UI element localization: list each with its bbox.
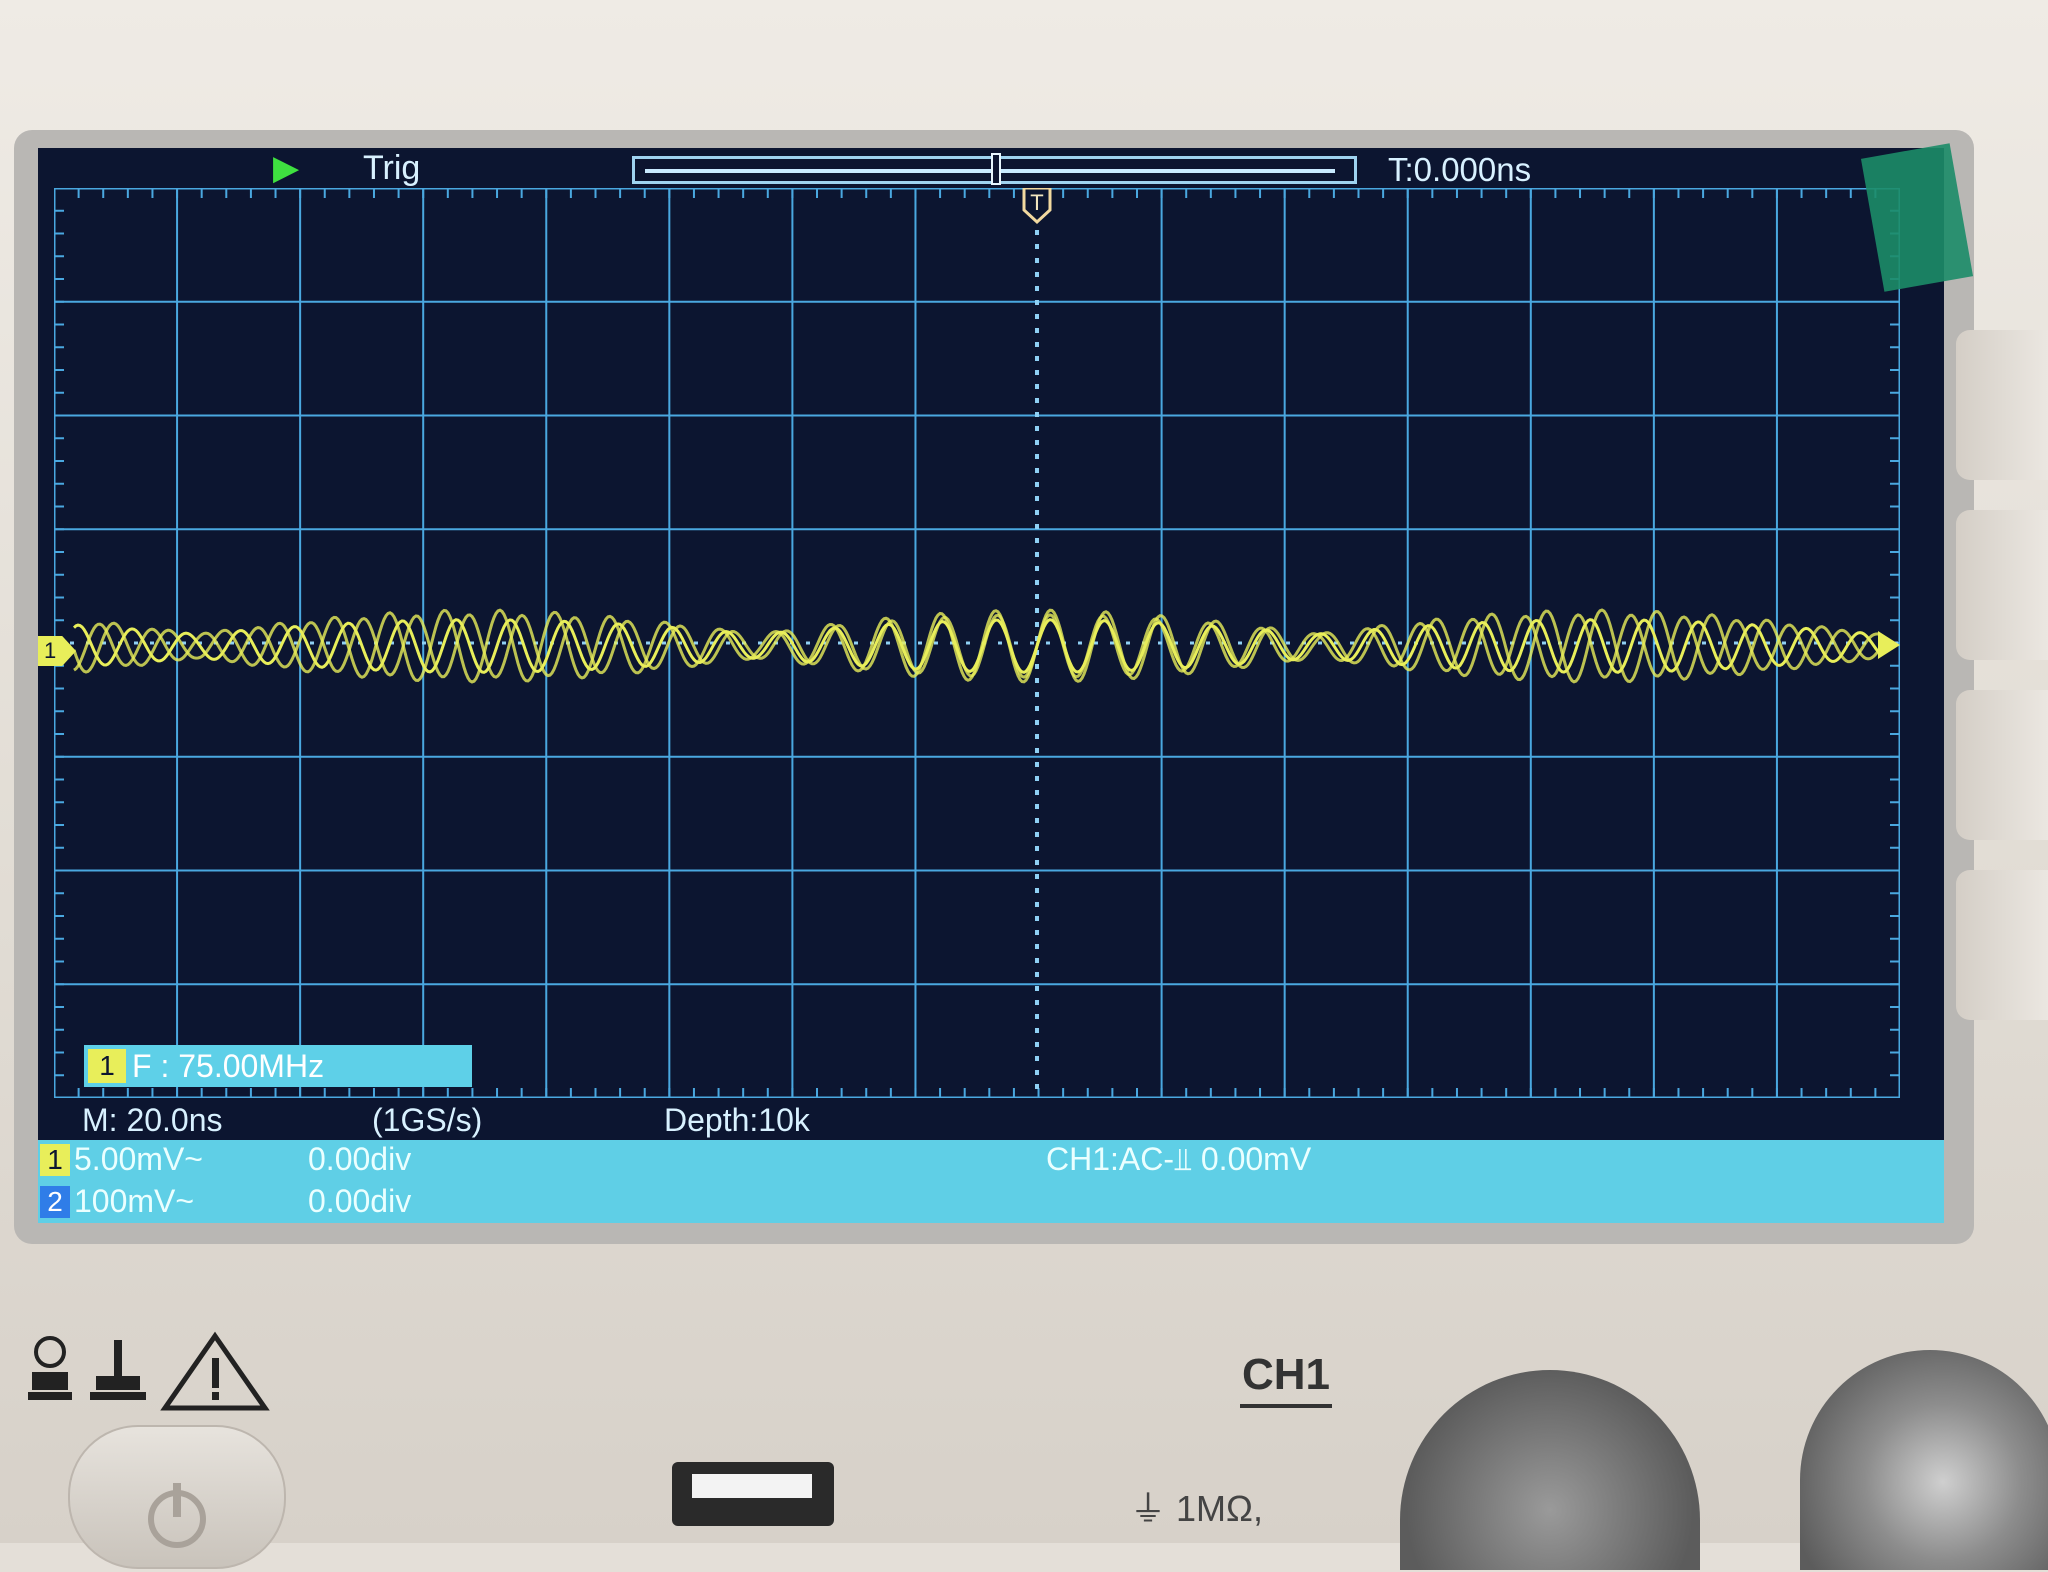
waveform-area: T [54,188,1900,1098]
ch2-scale: 100mV~ [74,1183,195,1219]
trigger-state: Trig [363,149,421,187]
timebase: M: 20.0ns [82,1102,223,1138]
trigger-marker-label: T [1030,190,1043,215]
probe-comp-icon [28,1336,72,1400]
softkey-3[interactable] [1956,690,2048,840]
memory-trigger-marker [991,153,1001,185]
ch1-offset: 0.00div [308,1141,412,1177]
measurement-channel: 1 [88,1049,126,1083]
ch1-panel-label: CH1 [1240,1350,1333,1408]
ground-terminal-icon [90,1340,146,1400]
acquisition-info: M: 20.0ns (1GS/s) Depth:10k [38,1100,1944,1140]
usb-port [672,1462,834,1526]
time-offset: T:0.000ns [1388,151,1532,188]
softkey-1[interactable] [1956,330,2048,480]
softkey-2[interactable] [1956,510,2048,660]
frequency-measurement: 1F : 75.00MHz [84,1045,472,1087]
channel-status-bar: 1 5.00mV~ 0.00div 2 100mV~ 0.00div CH1:A… [38,1140,1944,1223]
graticule: T [54,188,1900,1098]
ch2-offset: 0.00div [308,1183,412,1219]
ch1-badge: 1 [40,1144,70,1176]
memory-window [645,169,1335,173]
softkey-4[interactable] [1956,870,2048,1020]
ch1-marker-label: 1 [44,638,57,663]
memory-position-bar [632,153,1357,185]
sample-rate: (1GS/s) [372,1102,483,1138]
input-impedance-label: ⏚ 1MΩ, [1130,1480,1263,1532]
power-button[interactable] [68,1425,286,1569]
top-status-bar: ▶ Trig T:0.000ns [38,148,1944,188]
measurement-value: F : 75.00MHz [132,1048,325,1084]
ch1-scale: 5.00mV~ [74,1141,203,1177]
trigger-info: CH1:AC-⫫ 0.00mV [1046,1141,1312,1177]
run-state-icon: ▶ [273,149,300,187]
usb-port-inner [692,1474,812,1498]
softkey-column [1956,330,2048,1050]
warning-triangle-icon [160,1331,270,1411]
power-icon [148,1483,206,1548]
impedance-text: 1MΩ, [1176,1488,1263,1529]
ch2-badge: 2 [40,1186,70,1218]
scope-screen: ▶ Trig T:0.000ns T 1 1F : 75.00MHz M: 20… [38,148,1944,1223]
memory-depth: Depth:10k [664,1102,810,1138]
panel-warning-icons [28,1331,270,1411]
ground-symbol-icon: ⏚ [1130,1488,1167,1529]
